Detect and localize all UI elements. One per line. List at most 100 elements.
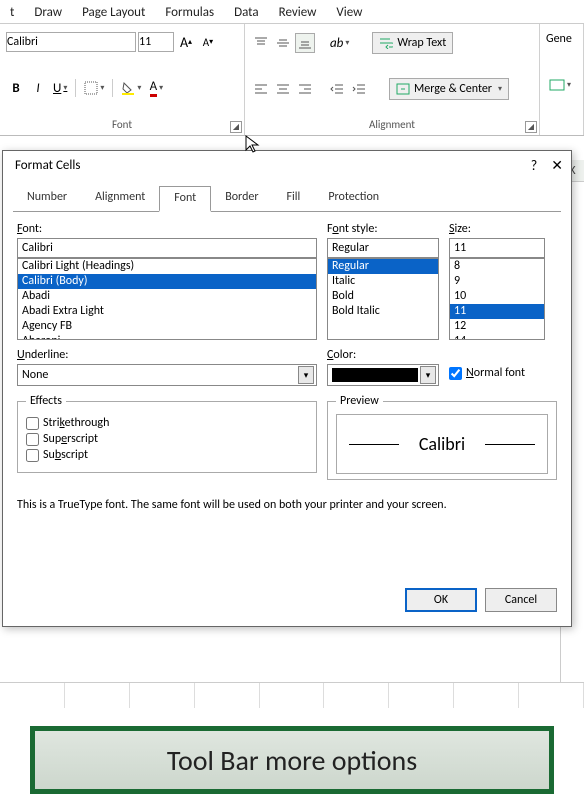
tab-font[interactable]: Font — [159, 186, 211, 212]
color-select[interactable]: ▾ — [327, 364, 439, 386]
grid-rows — [0, 682, 584, 708]
tab-data[interactable]: Data — [234, 5, 259, 20]
align-top-icon[interactable] — [251, 33, 271, 53]
increase-font-icon[interactable]: A▴ — [176, 32, 196, 52]
ribbon-tabs: t Draw Page Layout Formulas Data Review … — [0, 0, 584, 24]
tab-border[interactable]: Border — [211, 186, 272, 211]
chevron-down-icon: ▾ — [298, 366, 314, 384]
tab-draw[interactable]: Draw — [34, 5, 62, 20]
merge-icon — [396, 83, 410, 95]
italic-button[interactable]: I — [28, 78, 48, 98]
list-item[interactable]: 8 — [450, 259, 544, 274]
list-item[interactable]: Abadi Extra Light — [18, 304, 316, 319]
preview-legend: Preview — [336, 394, 383, 408]
subscript-checkbox[interactable]: Subscript — [26, 448, 308, 462]
font-listbox[interactable]: Calibri Light (Headings) Calibri (Body) … — [17, 258, 317, 340]
size-label: Size: — [449, 222, 545, 236]
fill-color-button[interactable] — [118, 78, 144, 98]
font-style-listbox[interactable]: Regular Italic Bold Bold Italic — [327, 258, 439, 340]
font-size-combo[interactable] — [138, 32, 174, 52]
font-dialog-launcher[interactable]: ◢ — [230, 121, 242, 133]
dialog-tabs: Number Alignment Font Border Fill Protec… — [13, 186, 561, 212]
ribbon: A▴ A▾ B I U A Font ◢ ab Wrap Text — [0, 24, 584, 136]
number-format-label: Gene — [546, 32, 572, 46]
wrap-text-icon — [379, 37, 393, 49]
preview-box: Calibri — [336, 414, 548, 474]
font-group-label: Font — [6, 118, 238, 133]
font-name-combo[interactable] — [6, 32, 136, 52]
superscript-checkbox[interactable]: Superscript — [26, 432, 308, 446]
list-item[interactable]: Calibri (Body) — [18, 274, 316, 289]
effects-group: Effects Strikethrough Superscript Subscr… — [17, 394, 317, 473]
alignment-group-label: Alignment — [251, 118, 533, 133]
align-middle-icon[interactable] — [273, 33, 293, 53]
underline-select[interactable]: None ▾ — [17, 364, 317, 386]
preview-group: Preview Calibri — [327, 394, 557, 480]
close-icon[interactable]: ✕ — [551, 157, 563, 174]
format-cells-dialog: Format Cells ? ✕ Number Alignment Font B… — [2, 150, 572, 627]
tab-fill[interactable]: Fill — [273, 186, 315, 211]
wrap-text-button[interactable]: Wrap Text — [372, 32, 453, 54]
separator — [112, 79, 113, 97]
truetype-note: This is a TrueType font. The same font w… — [17, 498, 557, 512]
font-style-input[interactable] — [327, 238, 439, 258]
list-item[interactable]: Italic — [328, 274, 438, 289]
decrease-font-icon[interactable]: A▾ — [198, 32, 218, 52]
font-input[interactable] — [17, 238, 317, 258]
borders-button[interactable] — [81, 78, 107, 98]
list-item[interactable]: Regular — [328, 259, 438, 274]
help-icon[interactable]: ? — [531, 157, 538, 174]
list-item[interactable]: 12 — [450, 319, 544, 334]
strikethrough-checkbox[interactable]: Strikethrough — [26, 416, 308, 430]
tab-view[interactable]: View — [336, 5, 362, 20]
orientation-icon[interactable]: ab — [327, 33, 352, 53]
color-swatch — [332, 368, 418, 382]
cancel-button[interactable]: Cancel — [485, 588, 557, 612]
list-item[interactable]: 10 — [450, 289, 544, 304]
tab-number[interactable]: Number — [13, 186, 81, 211]
accounting-format-icon[interactable] — [546, 75, 574, 95]
alignment-group: ab Wrap Text Merge & Center Alignment ◢ — [245, 24, 540, 135]
ok-button[interactable]: OK — [405, 588, 477, 612]
dialog-titlebar: Format Cells ? ✕ — [3, 151, 571, 180]
dialog-title: Format Cells — [15, 158, 80, 173]
align-bottom-icon[interactable] — [295, 33, 315, 53]
separator — [75, 79, 76, 97]
size-input[interactable] — [449, 238, 545, 258]
font-label: FFont:ont: — [17, 222, 317, 236]
list-item[interactable]: Calibri Light (Headings) — [18, 259, 316, 274]
tab-formulas[interactable]: Formulas — [165, 5, 214, 20]
font-color-button[interactable]: A — [146, 78, 166, 98]
normal-font-checkbox[interactable]: Normal font — [449, 366, 545, 380]
font-style-label: Font style: — [327, 222, 439, 236]
underline-label: Underline: — [17, 348, 317, 362]
list-item[interactable]: Agency FB — [18, 319, 316, 334]
dialog-body: FFont:ont: Calibri Light (Headings) Cali… — [3, 212, 571, 518]
caption-box: Tool Bar more options — [30, 726, 554, 794]
tab-partial[interactable]: t — [10, 5, 14, 20]
list-item[interactable]: Abadi — [18, 289, 316, 304]
list-item[interactable]: Aharoni — [18, 334, 316, 340]
tab-protection[interactable]: Protection — [314, 186, 393, 211]
underline-button[interactable]: U — [50, 78, 70, 98]
list-item[interactable]: 9 — [450, 274, 544, 289]
tab-review[interactable]: Review — [279, 5, 317, 20]
align-center-icon[interactable] — [273, 79, 293, 99]
tab-alignment[interactable]: Alignment — [81, 186, 159, 211]
list-item[interactable]: 11 — [450, 304, 544, 319]
effects-legend: Effects — [26, 394, 66, 408]
increase-indent-icon[interactable] — [349, 79, 369, 99]
list-item[interactable]: Bold Italic — [328, 304, 438, 319]
bold-button[interactable]: B — [6, 78, 26, 98]
align-right-icon[interactable] — [295, 79, 315, 99]
align-left-icon[interactable] — [251, 79, 271, 99]
decrease-indent-icon[interactable] — [327, 79, 347, 99]
merge-center-button[interactable]: Merge & Center — [389, 78, 509, 100]
size-listbox[interactable]: 8 9 10 11 12 14 — [449, 258, 545, 340]
alignment-dialog-launcher[interactable]: ◢ — [525, 121, 537, 133]
list-item[interactable]: Bold — [328, 289, 438, 304]
tab-page-layout[interactable]: Page Layout — [82, 5, 145, 20]
list-item[interactable]: 14 — [450, 334, 544, 340]
font-group: A▴ A▾ B I U A Font ◢ — [0, 24, 245, 135]
dialog-buttons: OK Cancel — [3, 518, 571, 626]
